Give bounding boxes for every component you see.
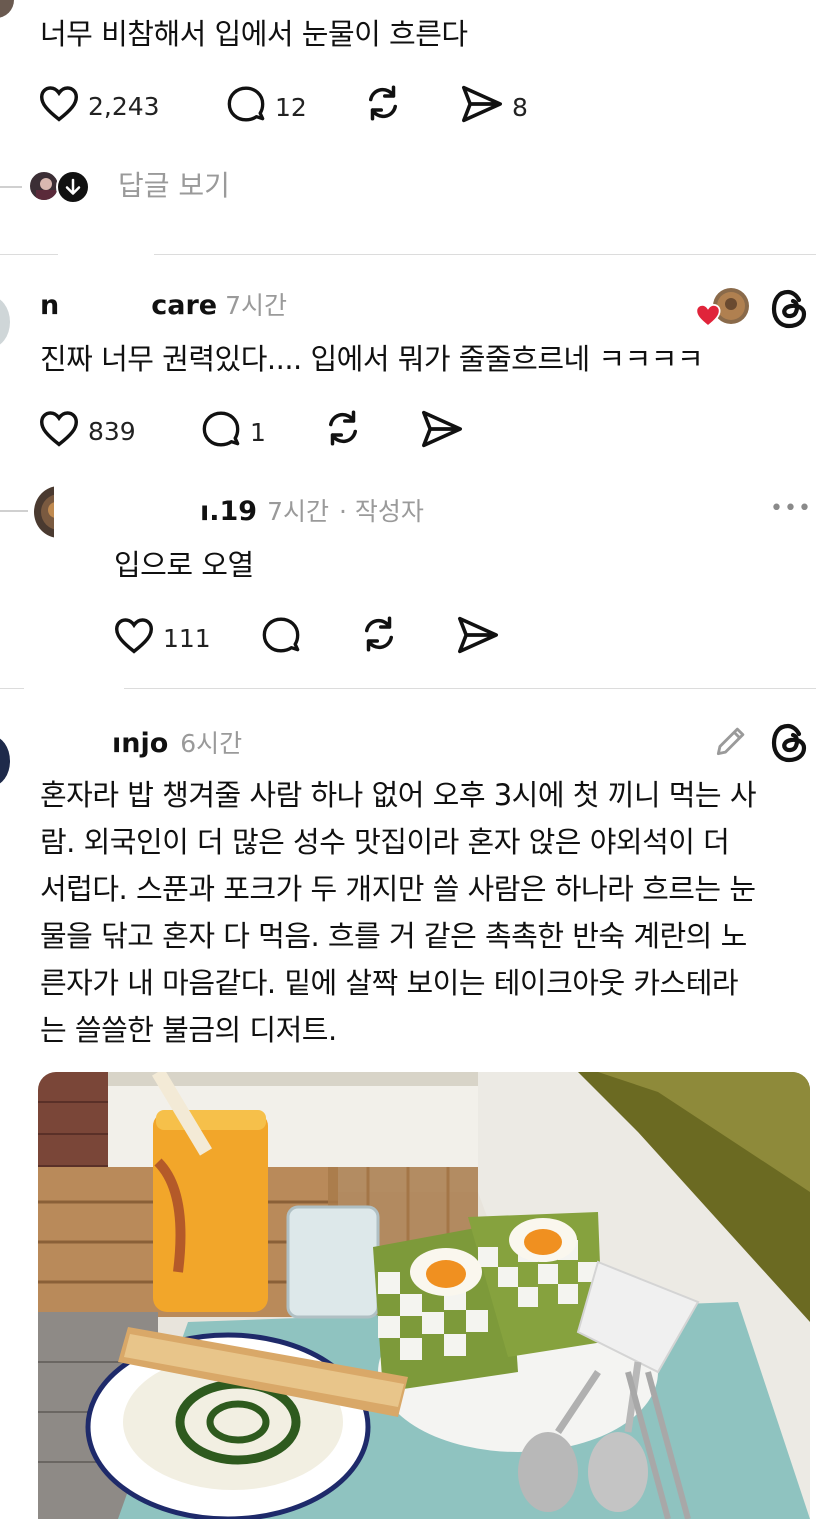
username[interactable]: ı.19 — [200, 496, 257, 527]
send-icon — [460, 84, 504, 130]
reply-button[interactable] — [260, 615, 302, 659]
comment-icon — [200, 409, 242, 455]
repost-button[interactable] — [322, 407, 364, 453]
heart-icon — [38, 84, 80, 128]
thread-connector — [0, 186, 22, 188]
reply-text: 입으로 오열 — [114, 548, 254, 582]
more-dots: ••• — [770, 496, 812, 521]
send-icon — [420, 409, 464, 453]
red-heart-icon — [694, 302, 722, 328]
like-button[interactable]: 2,243 — [38, 84, 160, 128]
post-text-line: 는 쓸쓸한 불금의 디저트. — [40, 1013, 337, 1047]
post-text-line: 물을 닦고 혼자 다 먹음. 흐를 거 같은 촉촉한 반숙 계란의 노 — [40, 919, 747, 953]
timestamp: 6시간 — [180, 729, 243, 758]
post-text: 너무 비참해서 입에서 눈물이 흐른다 — [40, 17, 468, 51]
like-count: 2,243 — [88, 91, 160, 121]
timestamp: 7시간 — [267, 497, 329, 526]
post-photo[interactable] — [38, 1072, 810, 1519]
like-count: 839 — [88, 416, 136, 446]
like-count: 111 — [163, 623, 211, 653]
share-button[interactable] — [456, 615, 500, 659]
post-text: 혼자라 밥 챙겨줄 사람 하나 없어 오후 3시에 첫 끼니 먹는 사 람. 외… — [40, 772, 810, 1054]
redaction-box — [58, 246, 154, 266]
share-button[interactable] — [420, 409, 464, 453]
post-text-line: 람. 외국인이 더 많은 성수 맛집이라 혼자 앉은 야외석이 더 — [40, 825, 730, 859]
username-end[interactable]: care — [151, 290, 217, 321]
heart-icon — [113, 616, 155, 660]
repost-button[interactable] — [362, 82, 404, 128]
reply-count: 12 — [275, 92, 307, 122]
redaction-box — [24, 668, 124, 754]
author-badge: · 작성자 — [339, 497, 424, 526]
repost-button[interactable] — [358, 613, 400, 659]
threads-logo-icon[interactable] — [770, 288, 810, 330]
threads-logo-icon[interactable] — [770, 722, 810, 764]
comment-icon — [225, 84, 267, 130]
like-button[interactable]: 111 — [113, 616, 211, 660]
view-replies-link[interactable]: 답글 보기 — [118, 166, 230, 206]
username-start[interactable]: n — [40, 290, 59, 321]
redaction-box — [54, 486, 204, 538]
post-text-line: 서럽다. 스푼과 포크가 두 개지만 쓸 사람은 하나라 흐르는 눈 — [40, 872, 756, 906]
repost-icon — [358, 613, 400, 659]
arrow-down-icon — [56, 170, 90, 204]
share-button[interactable]: 8 — [460, 84, 528, 130]
post-text-line: 른자가 내 마음같다. 밑에 살짝 보이는 테이크아웃 카스테라 — [40, 966, 739, 1000]
username[interactable]: ınjo — [112, 728, 168, 759]
repost-icon — [322, 407, 364, 453]
like-button[interactable]: 839 — [38, 409, 136, 453]
post-text: 진짜 너무 권력있다.... 입에서 뭐가 줄줄흐르네 ㅋㅋㅋㅋ — [40, 342, 704, 376]
share-count: 8 — [512, 92, 528, 122]
avatar-partial-top[interactable] — [0, 0, 14, 18]
repost-icon — [362, 82, 404, 128]
timestamp: 7시간 — [225, 291, 287, 320]
post-text-line: 혼자라 밥 챙겨줄 사람 하나 없어 오후 3시에 첫 끼니 먹는 사 — [40, 778, 757, 812]
avatar-partial[interactable] — [0, 736, 10, 786]
more-icon[interactable]: ••• — [770, 496, 812, 521]
comment-icon — [260, 615, 302, 659]
pencil-icon[interactable] — [712, 722, 750, 760]
reply-button[interactable]: 12 — [225, 84, 307, 130]
avatar-partial[interactable] — [0, 296, 10, 348]
heart-icon — [38, 409, 80, 453]
reply-button[interactable]: 1 — [200, 409, 266, 455]
threads-logo-icon[interactable] — [776, 0, 806, 2]
reply-count: 1 — [250, 417, 266, 447]
send-icon — [456, 615, 500, 659]
thread-connector — [0, 510, 28, 512]
